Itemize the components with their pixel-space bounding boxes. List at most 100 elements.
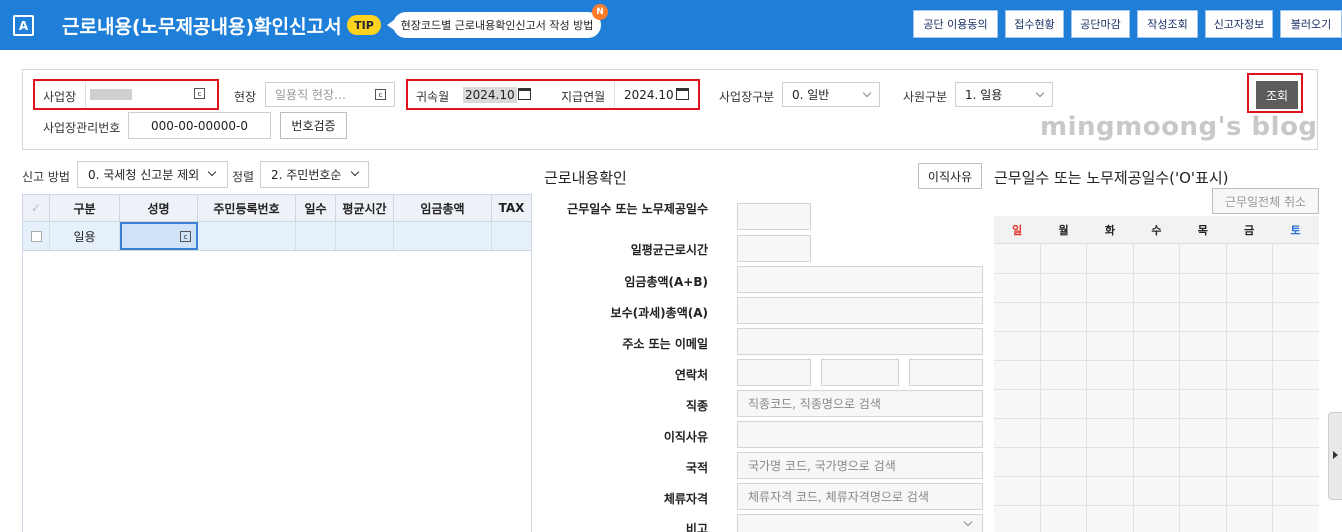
cancel-all-workdays-button[interactable]: 근무일전체 취소	[1212, 188, 1319, 214]
resign-reason-button[interactable]: 이직사유	[918, 163, 982, 189]
daily-hours-input[interactable]	[737, 235, 811, 262]
table-row[interactable]: 일용 c	[22, 222, 532, 251]
daily-hours-label: 일평균근로시간	[630, 243, 708, 257]
day-header-tue: 화	[1104, 224, 1116, 237]
grid-line	[994, 476, 1319, 477]
nationality-search-input[interactable]: 국가명 코드, 국가명으로 검색	[737, 452, 983, 479]
rrn-cell[interactable]	[198, 222, 296, 250]
contact-input-3[interactable]	[909, 359, 983, 386]
business-type-label: 사업장구분	[719, 90, 775, 104]
nhis-consent-button[interactable]: 공단 이용동의	[913, 10, 998, 38]
lookup-icon[interactable]: c	[180, 231, 191, 242]
name-cell[interactable]: c	[120, 222, 198, 250]
tip-link[interactable]: 현장코드별 근로내용확인신고서 작성 방법	[387, 12, 601, 38]
taxable-pay-input[interactable]	[737, 297, 983, 324]
reporter-info-button[interactable]: 신고자정보	[1205, 10, 1273, 38]
column-header[interactable]: TAX	[492, 195, 531, 221]
detail-section-title: 근로내용확인	[544, 169, 627, 187]
day-header-wed: 수	[1151, 224, 1162, 237]
business-input[interactable]: c	[85, 82, 215, 107]
resign-reason-label: 이직사유	[663, 430, 708, 444]
note-select[interactable]	[737, 514, 983, 532]
row-checkbox[interactable]	[30, 230, 42, 242]
days-cell[interactable]	[296, 222, 336, 250]
stay-status-search-input[interactable]: 체류자격 코드, 체류자격명으로 검색	[737, 483, 983, 510]
column-header[interactable]: 평균시간	[336, 195, 394, 221]
type-cell[interactable]: 일용	[50, 222, 120, 250]
contact-input-2[interactable]	[821, 359, 899, 386]
column-header[interactable]: 성명	[120, 195, 198, 221]
grid-line	[1179, 244, 1180, 532]
total-wage-cell[interactable]	[394, 222, 492, 250]
day-header-thu: 목	[1197, 224, 1208, 237]
load-button[interactable]: 불러오기	[1280, 10, 1342, 38]
tip-badge[interactable]: TIP	[347, 15, 381, 35]
column-header[interactable]: 구분	[50, 195, 120, 221]
grid-line	[1086, 244, 1087, 532]
day-header-sun: 일	[1012, 224, 1023, 237]
site-lookup-icon[interactable]: c	[375, 89, 386, 100]
column-header[interactable]: 주민등록번호	[198, 195, 296, 221]
total-wage-input[interactable]	[737, 266, 983, 293]
mgmt-no-label: 사업장관리번호	[43, 121, 121, 135]
employee-grid-header: ✓ 구분 성명 주민등록번호 일수 평균시간 임금총액 TAX	[22, 194, 532, 222]
work-days-input[interactable]	[737, 203, 811, 230]
resign-reason-input[interactable]	[737, 421, 983, 448]
column-header[interactable]: 일수	[296, 195, 336, 221]
app-icon: A	[13, 15, 34, 36]
address-label: 주소 또는 이메일	[622, 337, 708, 351]
grid-line	[994, 418, 1319, 419]
report-method-select[interactable]: 0. 국세청 신고분 제외	[77, 161, 228, 188]
grid-line	[994, 302, 1319, 303]
nhis-close-button[interactable]: 공단마감	[1071, 10, 1130, 38]
grid-line	[994, 331, 1319, 332]
stay-status-label: 체류자격	[663, 492, 708, 506]
column-header[interactable]: 임금총액	[394, 195, 492, 221]
row-checkbox-cell[interactable]	[23, 222, 50, 250]
note-label: 비고	[685, 522, 708, 532]
belong-month-value: 2024.10	[463, 86, 517, 103]
check-all-icon[interactable]: ✓	[23, 195, 50, 221]
pay-month-label: 지급연월	[561, 90, 606, 104]
mgmt-no-input[interactable]: 000-00-00000-0	[128, 112, 271, 139]
contact-label: 연락처	[674, 368, 708, 382]
grid-line	[1226, 244, 1227, 532]
grid-line	[994, 389, 1319, 390]
avg-hours-cell[interactable]	[336, 222, 394, 250]
search-button[interactable]: 조회	[1256, 81, 1298, 109]
grid-line	[1272, 244, 1273, 532]
contact-input-1[interactable]	[737, 359, 811, 386]
total-wage-label: 임금총액(A+B)	[624, 275, 708, 289]
employee-type-label: 사원구분	[903, 90, 948, 104]
receipt-status-button[interactable]: 접수현황	[1005, 10, 1064, 38]
site-label: 현장	[234, 90, 257, 104]
write-inquiry-button[interactable]: 작성조회	[1137, 10, 1198, 38]
watermark: mingmoong's blog	[1040, 112, 1318, 142]
address-input[interactable]	[737, 328, 983, 355]
side-panel-toggle[interactable]	[1328, 412, 1342, 500]
calendar-icon[interactable]	[518, 88, 531, 100]
business-label: 사업장	[43, 90, 77, 104]
calendar-body[interactable]	[994, 244, 1319, 532]
day-header-fri: 금	[1244, 224, 1255, 237]
grid-line	[994, 273, 1319, 274]
job-label: 직종	[685, 399, 708, 413]
day-header-mon: 월	[1058, 224, 1069, 237]
tax-cell[interactable]	[492, 222, 531, 250]
verify-number-button[interactable]: 번호검증	[280, 112, 347, 139]
calendar-title: 근무일수 또는 노무제공일수('O'표시)	[994, 169, 1229, 187]
nationality-label: 국적	[685, 461, 708, 475]
day-header-sat: 토	[1290, 224, 1301, 237]
lookup-icon[interactable]: c	[194, 88, 205, 99]
calendar-header: 일 월 화 수 목 금 토	[994, 216, 1319, 244]
page-title: 근로내용(노무제공내용)확인신고서	[62, 16, 342, 38]
grid-line	[1040, 244, 1041, 532]
taxable-pay-label: 보수(과세)총액(A)	[610, 306, 708, 320]
calendar-icon[interactable]	[676, 88, 689, 100]
work-days-label: 근무일수 또는 노무제공일수	[567, 202, 708, 216]
report-method-label: 신고 방법	[22, 170, 70, 184]
grid-body	[22, 251, 532, 532]
grid-line	[994, 505, 1319, 506]
job-search-input[interactable]: 직종코드, 직종명으로 검색	[737, 390, 983, 417]
work-calendar: 일 월 화 수 목 금 토	[994, 216, 1319, 532]
